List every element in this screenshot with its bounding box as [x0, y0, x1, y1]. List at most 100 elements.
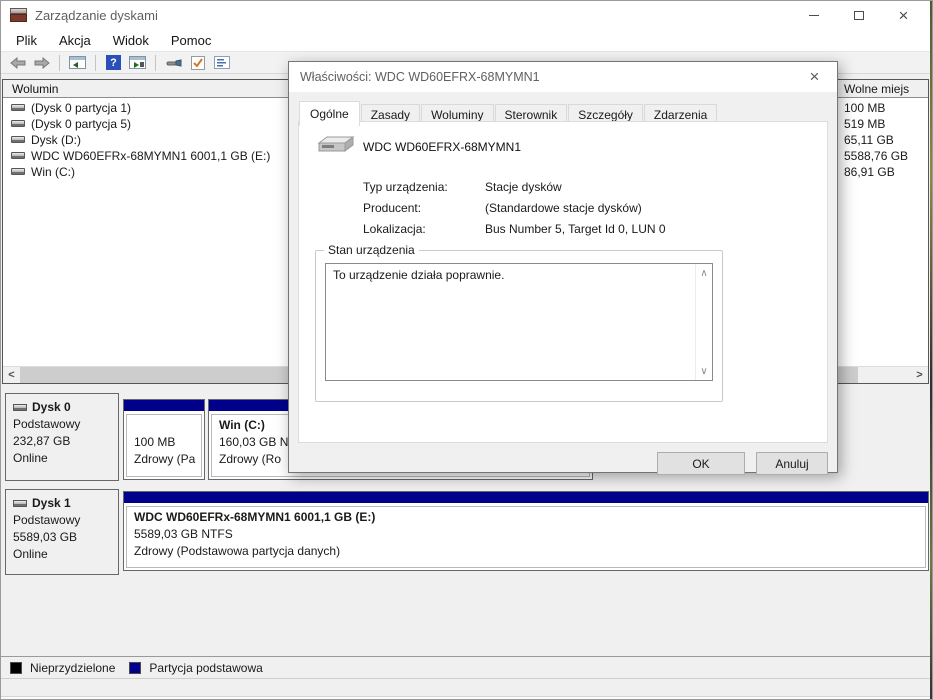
window-bottom-edge	[1, 696, 930, 699]
disk0-partition-1[interactable]: 100 MB Zdrowy (Pa	[123, 399, 205, 480]
volume-icon	[11, 120, 25, 127]
back-icon[interactable]	[8, 54, 27, 71]
disk-icon	[13, 404, 27, 412]
disk1-name: Dysk 1	[32, 496, 71, 510]
legend-swatch-primary-partition	[129, 661, 142, 674]
partition-color-bar	[124, 400, 204, 411]
volume-free-space: 86,91 GB	[844, 165, 895, 179]
field-value-device-type: Stacje dysków	[485, 180, 562, 194]
volume-name: (Dysk 0 partycja 1)	[31, 101, 132, 115]
maximize-icon	[853, 10, 864, 20]
device-status-groupbox: Stan urządzenia To urządzenie działa pop…	[315, 243, 723, 402]
legend-bar: Nieprzydzielone Partycja podstawowa	[1, 656, 930, 678]
toolbar-separator	[59, 54, 60, 71]
device-status-text: To urządzenie działa poprawnie.	[333, 268, 505, 282]
scroll-down-icon[interactable]: ∨	[696, 363, 712, 379]
menu-plik[interactable]: Plik	[5, 30, 48, 51]
scroll-left-icon[interactable]: <	[3, 367, 20, 383]
disk0-name: Dysk 0	[32, 400, 71, 414]
minimize-icon	[808, 14, 819, 16]
properties-icon[interactable]	[212, 54, 231, 71]
partition-title: WDC WD60EFRx-68MYMN1 6001,1 GB (E:)	[134, 510, 376, 524]
disk1-title: Dysk 1	[13, 495, 111, 512]
show-console-icon[interactable]	[128, 54, 147, 71]
scroll-right-icon[interactable]: >	[911, 367, 928, 383]
close-icon: ×	[898, 5, 909, 25]
scroll-up-icon[interactable]: ∧	[696, 265, 712, 281]
partition-info: WDC WD60EFRx-68MYMN1 6001,1 GB (E:) 5589…	[126, 506, 926, 568]
volume-name: Win (C:)	[31, 165, 75, 179]
dialog-title-bar: Właściwości: WDC WD60EFRX-68MYMN1 ×	[289, 62, 837, 92]
menu-pomoc[interactable]: Pomoc	[160, 30, 222, 51]
column-header-wolumin[interactable]: Wolumin	[12, 82, 58, 96]
field-value-manufacturer: (Standardowe stacje dysków)	[485, 201, 642, 215]
groupbox-title: Stan urządzenia	[324, 243, 419, 257]
partition-color-bar	[124, 492, 928, 503]
menu-bar: Plik Akcja Widok Pomoc	[1, 29, 930, 51]
partition-size: 100 MB	[134, 435, 176, 449]
console-tree-icon[interactable]	[68, 54, 87, 71]
title-bar: Zarządzanie dyskami ×	[1, 1, 930, 29]
field-label-manufacturer: Producent:	[363, 201, 422, 215]
volume-name: WDC WD60EFRx-68MYMN1 6001,1 GB (E:)	[31, 149, 271, 163]
partition-status: Zdrowy (Pa	[134, 452, 196, 466]
volume-free-space: 5588,76 GB	[844, 149, 909, 163]
column-header-wolne-miejsce[interactable]: Wolne miejs	[837, 80, 928, 97]
legend-label-unallocated: Nieprzydzielone	[30, 660, 116, 675]
disk1-status: Online	[13, 547, 48, 561]
cancel-button[interactable]: Anuluj	[756, 452, 828, 475]
volume-name: Dysk (D:)	[31, 133, 81, 147]
device-icon	[315, 135, 355, 164]
ok-button[interactable]: OK	[657, 452, 745, 475]
field-label-device-type: Typ urządzenia:	[363, 180, 448, 194]
disk0-label-box[interactable]: Dysk 0 Podstawowy 232,87 GB Online	[5, 393, 119, 481]
partition-info: 100 MB Zdrowy (Pa	[126, 414, 202, 477]
dialog-close-button[interactable]: ×	[792, 62, 837, 92]
partition-status: Zdrowy (Podstawowa partycja danych)	[134, 544, 341, 558]
menu-akcja[interactable]: Akcja	[48, 30, 102, 51]
field-label-location: Lokalizacja:	[363, 222, 426, 236]
tools-icon[interactable]	[164, 54, 183, 71]
volume-free-space: 100 MB	[844, 101, 886, 115]
volume-icon	[11, 152, 25, 159]
checklist-icon[interactable]	[188, 54, 207, 71]
volume-icon	[11, 168, 25, 175]
maximize-button[interactable]	[836, 1, 881, 29]
properties-dialog: Właściwości: WDC WD60EFRX-68MYMN1 × Ogól…	[288, 61, 838, 475]
close-icon: ×	[809, 67, 820, 86]
disk0-status: Online	[13, 451, 48, 465]
toolbar-separator	[155, 54, 156, 71]
legend-label-primary-partition: Partycja podstawowa	[149, 660, 263, 675]
forward-icon[interactable]	[32, 54, 51, 71]
minimize-button[interactable]	[791, 1, 836, 29]
disk-icon	[13, 500, 27, 508]
disk0-size: 232,87 GB	[13, 434, 71, 448]
menu-widok[interactable]: Widok	[102, 30, 160, 51]
legend-swatch-unallocated	[10, 661, 22, 674]
volume-free-space: 65,11 GB	[844, 133, 894, 147]
toolbar-separator	[95, 54, 96, 71]
disk0-type: Podstawowy	[13, 417, 81, 431]
disk-management-app-icon	[10, 8, 27, 22]
dialog-title: Właściwości: WDC WD60EFRX-68MYMN1	[300, 70, 540, 84]
disk1-partition-1[interactable]: WDC WD60EFRx-68MYMN1 6001,1 GB (E:) 5589…	[123, 491, 929, 571]
disk1-type: Podstawowy	[13, 513, 81, 527]
disk0-title: Dysk 0	[13, 399, 111, 416]
partition-title	[134, 417, 194, 434]
help-icon[interactable]: ?	[104, 54, 123, 71]
help-glyph: ?	[106, 55, 121, 70]
vertical-scrollbar[interactable]: ∧ ∨	[695, 264, 712, 380]
partition-size: 5589,03 GB NTFS	[134, 527, 233, 541]
volume-icon	[11, 104, 25, 111]
window-title: Zarządzanie dyskami	[35, 8, 158, 23]
tab-page-general: WDC WD60EFRX-68MYMN1 Typ urządzenia: Sta…	[298, 121, 828, 443]
volume-name: (Dysk 0 partycja 5)	[31, 117, 132, 131]
status-bar	[1, 678, 930, 696]
close-button[interactable]: ×	[881, 1, 926, 29]
disk-management-window: Zarządzanie dyskami × Plik Akcja Widok P…	[0, 0, 933, 700]
device-name: WDC WD60EFRX-68MYMN1	[363, 140, 522, 154]
volume-icon	[11, 136, 25, 143]
disk1-label-box[interactable]: Dysk 1 Podstawowy 5589,03 GB Online	[5, 489, 119, 575]
device-status-textbox[interactable]: To urządzenie działa poprawnie. ∧ ∨	[325, 263, 713, 381]
tab-ogolne[interactable]: Ogólne	[299, 101, 360, 126]
